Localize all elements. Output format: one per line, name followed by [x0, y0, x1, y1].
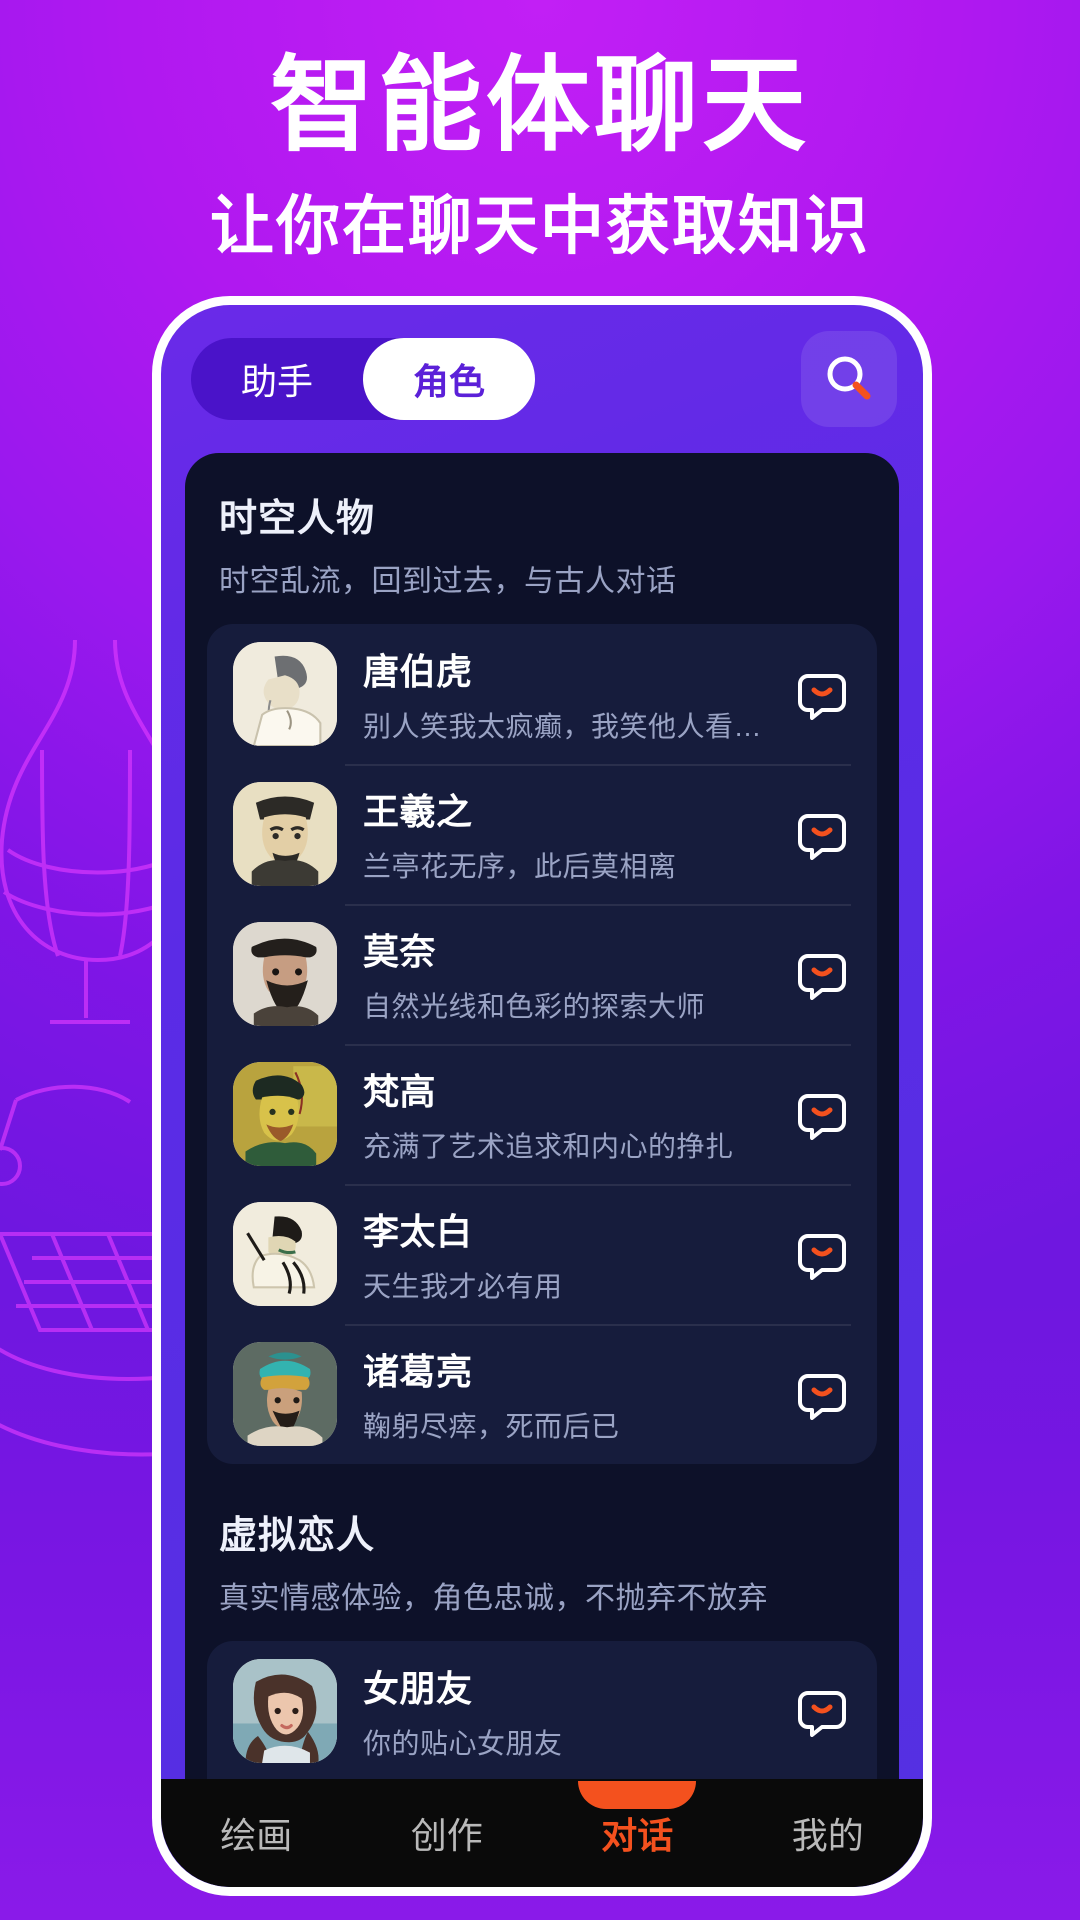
list-item-text: 莫奈 自然光线和色彩的探索大师 [363, 923, 767, 1025]
avatar [233, 1342, 337, 1446]
list-item[interactable]: 诸葛亮 鞠躬尽瘁，死而后已 [207, 1324, 877, 1464]
app-top-bar: 助手 角色 [161, 305, 923, 453]
character-card-time-figures: 唐伯虎 别人笑我太疯癫，我笑他人看不穿 王羲之 兰亭花无序，此后莫相离 莫奈 自… [207, 624, 877, 1464]
chat-button[interactable] [793, 805, 851, 863]
page-subtitle: 让你在聊天中获取知识 [210, 190, 870, 263]
list-item-text: 梵高 充满了艺术追求和内心的挣扎 [363, 1063, 767, 1165]
section-description: 真实情感体验，角色忠诚，不抛弃不放弃 [219, 1582, 768, 1615]
character-description: 自然光线和色彩的探索大师 [363, 991, 706, 1022]
character-description: 兰亭花无序，此后莫相离 [363, 851, 677, 882]
tab-assistant[interactable]: 助手 [191, 338, 363, 420]
list-item[interactable]: 梵高 充满了艺术追求和内心的挣扎 [207, 1044, 877, 1184]
character-description: 你的贴心女朋友 [363, 1728, 563, 1759]
phone-mockup: 助手 角色 时空人物 时空乱流，回到过去，与古人对话 唐伯虎 别人笑我太疯癫，我… [152, 296, 932, 1896]
list-item[interactable]: 莫奈 自然光线和色彩的探索大师 [207, 904, 877, 1044]
nav-item-drawing[interactable]: 绘画 [161, 1807, 352, 1859]
chat-button[interactable] [793, 665, 851, 723]
character-description: 别人笑我太疯癫，我笑他人看不穿 [363, 711, 767, 742]
phone-side-button [152, 593, 161, 649]
chat-bubble-icon [798, 814, 846, 860]
avatar [233, 1062, 337, 1166]
list-item[interactable]: 唐伯虎 别人笑我太疯癫，我笑他人看不穿 [207, 624, 877, 764]
avatar [233, 922, 337, 1026]
nav-item-mine[interactable]: 我的 [733, 1807, 924, 1859]
character-description: 充满了艺术追求和内心的挣扎 [363, 1131, 734, 1162]
character-name: 李太白 [363, 1211, 473, 1252]
section-header-virtual-lovers: 虚拟恋人 真实情感体验，角色忠诚，不抛弃不放弃 [185, 1464, 899, 1617]
chat-button[interactable] [793, 1085, 851, 1143]
chat-bubble-icon [798, 1374, 846, 1420]
hero-section: 智能体聊天 让你在聊天中获取知识 [0, 0, 1080, 263]
avatar [233, 642, 337, 746]
list-item-text: 唐伯虎 别人笑我太疯癫，我笑他人看不穿 [363, 643, 767, 745]
list-item[interactable]: 女朋友 你的贴心女朋友 [207, 1641, 877, 1781]
character-name: 女朋友 [363, 1668, 473, 1709]
list-item-text: 王羲之 兰亭花无序，此后莫相离 [363, 783, 767, 885]
search-button[interactable] [801, 331, 897, 427]
bottom-navigation: 绘画 创作 对话 我的 [161, 1779, 923, 1887]
character-name: 莫奈 [363, 931, 437, 972]
character-name: 诸葛亮 [363, 1351, 473, 1392]
list-item[interactable]: 李太白 天生我才必有用 [207, 1184, 877, 1324]
chat-button[interactable] [793, 1365, 851, 1423]
segmented-control[interactable]: 助手 角色 [191, 338, 535, 420]
chat-button[interactable] [793, 945, 851, 1003]
list-item-text: 女朋友 你的贴心女朋友 [363, 1660, 767, 1762]
chat-bubble-icon [798, 674, 846, 720]
section-description: 时空乱流，回到过去，与古人对话 [219, 565, 677, 598]
avatar [233, 782, 337, 886]
phone-volume-up-button [152, 687, 161, 771]
phone-screen: 助手 角色 时空人物 时空乱流，回到过去，与古人对话 唐伯虎 别人笑我太疯癫，我… [161, 305, 923, 1887]
character-description: 天生我才必有用 [363, 1271, 563, 1302]
list-item-text: 诸葛亮 鞠躬尽瘁，死而后已 [363, 1343, 767, 1445]
character-name: 梵高 [363, 1071, 437, 1112]
list-item[interactable]: 王羲之 兰亭花无序，此后莫相离 [207, 764, 877, 904]
chat-bubble-icon [798, 1094, 846, 1140]
chat-bubble-icon [798, 1234, 846, 1280]
section-title: 虚拟恋人 [219, 1515, 376, 1557]
phone-power-button [923, 635, 932, 767]
nav-item-chat[interactable]: 对话 [542, 1781, 733, 1859]
nav-item-chat-label: 对话 [601, 1815, 674, 1856]
character-description: 鞠躬尽瘁，死而后已 [363, 1411, 620, 1442]
search-icon [827, 356, 871, 400]
tab-character[interactable]: 角色 [363, 338, 535, 420]
section-header-time-figures: 时空人物 时空乱流，回到过去，与古人对话 [185, 453, 899, 600]
chat-bubble-icon [798, 954, 846, 1000]
section-title: 时空人物 [219, 498, 376, 540]
phone-volume-down-button [152, 795, 161, 879]
character-name: 王羲之 [363, 791, 473, 832]
active-tab-indicator [578, 1781, 697, 1809]
chat-bubble-icon [798, 1691, 846, 1737]
avatar [233, 1659, 337, 1763]
chat-button[interactable] [793, 1225, 851, 1283]
avatar [233, 1202, 337, 1306]
character-list-scroll[interactable]: 时空人物 时空乱流，回到过去，与古人对话 唐伯虎 别人笑我太疯癫，我笑他人看不穿… [185, 453, 899, 1887]
chat-button[interactable] [793, 1682, 851, 1740]
page-title: 智能体聊天 [269, 48, 810, 164]
character-name: 唐伯虎 [363, 651, 473, 692]
list-item-text: 李太白 天生我才必有用 [363, 1203, 767, 1305]
nav-item-create[interactable]: 创作 [352, 1807, 543, 1859]
